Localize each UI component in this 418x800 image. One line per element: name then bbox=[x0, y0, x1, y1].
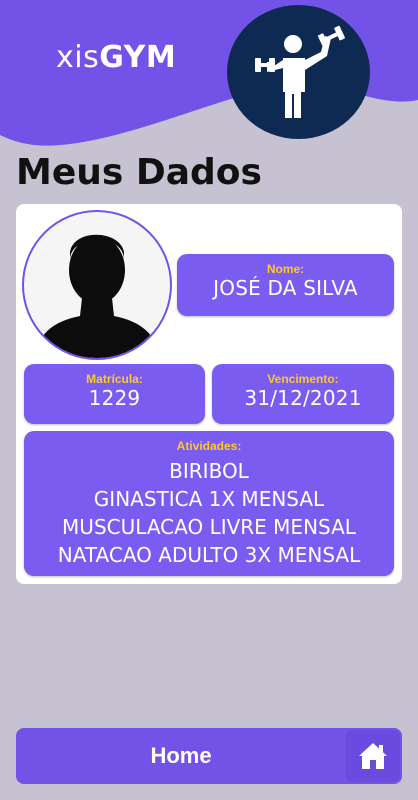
vencimento-value: 31/12/2021 bbox=[244, 386, 362, 410]
nome-field: Nome: JOSÉ DA SILVA bbox=[177, 254, 394, 316]
nome-value: JOSÉ DA SILVA bbox=[213, 276, 358, 300]
avatar bbox=[22, 210, 172, 360]
gym-dumbbell-icon bbox=[254, 25, 345, 118]
nome-label: Nome: bbox=[266, 262, 305, 276]
page-title: Meus Dados bbox=[16, 152, 262, 193]
brand-bold: GYM bbox=[99, 40, 177, 75]
brand-logo-text: xisGYM bbox=[56, 40, 176, 75]
gym-logo bbox=[227, 5, 370, 139]
atividades-label: Atividades: bbox=[176, 439, 242, 453]
brand-light: xis bbox=[56, 40, 100, 75]
atividade-item: GINASTICA 1X MENSAL bbox=[93, 487, 325, 511]
user-silhouette-icon bbox=[34, 234, 160, 358]
home-icon bbox=[359, 743, 387, 769]
profile-card: Nome: JOSÉ DA SILVA Matrícula: 1229 Venc… bbox=[16, 204, 402, 584]
vencimento-field: Vencimento: 31/12/2021 bbox=[212, 364, 394, 424]
atividades-field: Atividades: BIRIBOL GINASTICA 1X MENSAL … bbox=[24, 431, 394, 576]
app-header: xisGYM bbox=[0, 0, 418, 160]
home-icon-button[interactable] bbox=[346, 730, 400, 782]
matricula-label: Matrícula: bbox=[86, 372, 143, 386]
atividades-list: BIRIBOL GINASTICA 1X MENSAL MUSCULACAO L… bbox=[24, 457, 394, 569]
home-button[interactable]: Home bbox=[16, 728, 346, 784]
bottom-nav: Home bbox=[16, 728, 402, 784]
matricula-field: Matrícula: 1229 bbox=[24, 364, 205, 424]
atividade-item: BIRIBOL bbox=[169, 459, 249, 483]
matricula-value: 1229 bbox=[88, 386, 141, 410]
atividade-item: MUSCULACAO LIVRE MENSAL bbox=[62, 515, 356, 539]
vencimento-label: Vencimento: bbox=[267, 372, 339, 386]
atividade-item: NATACAO ADULTO 3X MENSAL bbox=[57, 543, 361, 567]
